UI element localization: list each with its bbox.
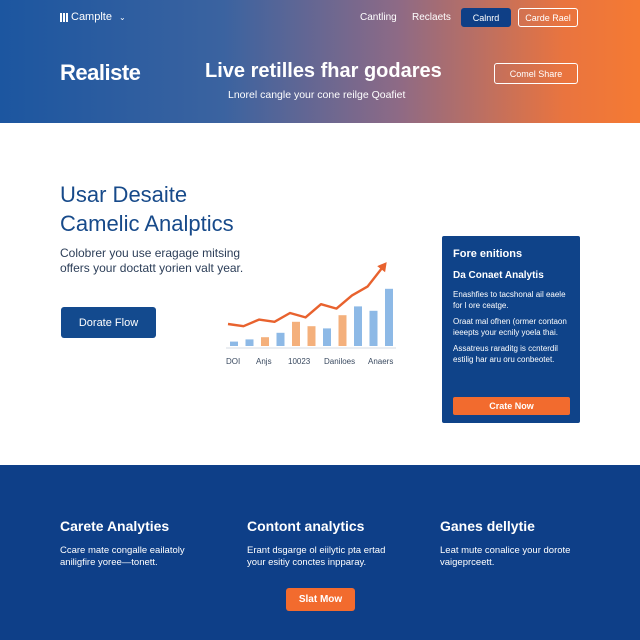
card-paragraph: Enashfies to tacshonal ail eaele for l o… <box>453 290 566 310</box>
brand-logo[interactable]: Realiste <box>60 60 141 86</box>
card-paragraph: Assatreus raraditg is ccnterdil estilig … <box>453 344 558 364</box>
card-subtitle: Da Conaet Analytis <box>453 270 544 281</box>
chart-bar <box>276 332 285 346</box>
card-title: Fore enitions <box>453 248 523 260</box>
chart-bar <box>338 315 347 346</box>
chart-x-tick-label: Anaers <box>368 357 393 366</box>
hero-share-button[interactable]: Comel Share <box>494 63 578 84</box>
feature-text: Ccare mate congalle eailatoly aniligfire… <box>60 545 230 569</box>
bars-logo-icon <box>60 12 68 22</box>
chart-x-tick-label: DOI <box>226 357 240 366</box>
main-description-line1: Colobrer you use eragage mitsing <box>60 246 241 260</box>
nav-link-2[interactable]: Reclaets <box>412 12 451 23</box>
chart-bar <box>230 341 238 346</box>
hero-title: Live retilles fhar godares <box>205 60 442 82</box>
donate-flow-button[interactable]: Dorate Flow <box>61 307 156 338</box>
feature-text-line: your esitiy conctes inpparay. <box>247 557 367 568</box>
nav-link-1[interactable]: Cantling <box>360 12 397 23</box>
hero-banner: Camplte ⌄ Cantling Reclaets Calnrd Carde… <box>0 0 640 123</box>
feature-title: Carete Analyties <box>60 518 170 534</box>
chart-bar <box>245 339 254 346</box>
nav-logo[interactable]: Camplte ⌄ <box>60 11 126 23</box>
footer-features: Carete Analyties Ccare mate congalle eai… <box>0 465 640 640</box>
chart-bar <box>261 337 269 346</box>
chart-bar <box>354 306 362 346</box>
nav-logo-text: Camplte <box>71 11 112 23</box>
feature-column: Contont analytics Erant dsgarge ol eiily… <box>247 518 417 569</box>
main-heading-line2: Camelic Analptics <box>60 211 234 236</box>
analytics-chart: DOI Anjs 10023 Daniloes Anaers <box>226 262 396 366</box>
feature-text-line: Erant dsgarge ol eiilytic pta ertad <box>247 545 386 556</box>
feature-text-line: aniligfire yoree—tonett. <box>60 557 158 568</box>
nav-primary-button[interactable]: Calnrd <box>461 8 511 27</box>
chart-bar <box>323 328 331 346</box>
chevron-down-icon[interactable]: ⌄ <box>119 13 126 22</box>
start-now-button[interactable]: Slat Mow <box>286 588 355 611</box>
feature-column: Ganes dellytie Leat mute conalice your d… <box>440 518 610 569</box>
chart-bar <box>385 288 393 346</box>
chart-x-tick-label: 10023 <box>288 357 311 366</box>
card-paragraph: Oraat mal ofhen (ormer contaon ieeepts y… <box>453 317 567 337</box>
hero-subtitle: Lnorel cangle your cone reilge Qoafiet <box>228 89 406 101</box>
chart-bar <box>307 326 316 346</box>
chart-bar <box>292 321 300 346</box>
main-heading-line1: Usar Desaite <box>60 182 188 207</box>
feature-text-line: Leat mute conalice your dorote <box>440 545 571 556</box>
main-description-line2: offers your doctatt yorien valt year. <box>60 261 244 275</box>
create-now-button[interactable]: Crate Now <box>453 397 570 415</box>
feature-card: Fore enitions Da Conaet Analytis Enashfi… <box>442 236 580 423</box>
nav-outline-button[interactable]: Carde Rael <box>518 8 578 27</box>
top-nav: Camplte ⌄ Cantling Reclaets Calnrd Carde… <box>0 0 640 34</box>
feature-text-line: Ccare mate congalle eailatoly <box>60 545 185 556</box>
feature-text: Leat mute conalice your dorote vaigeprce… <box>440 545 610 569</box>
chart-bar <box>369 310 378 346</box>
feature-title: Ganes dellytie <box>440 518 535 534</box>
feature-text: Erant dsgarge ol eiilytic pta ertad your… <box>247 545 417 569</box>
chart-x-tick-label: Anjs <box>256 357 272 366</box>
chart-x-tick-label: Daniloes <box>324 357 355 366</box>
main-heading: Usar Desaite Camelic Analptics <box>60 180 234 238</box>
feature-column: Carete Analyties Ccare mate congalle eai… <box>60 518 230 569</box>
feature-title: Contont analytics <box>247 518 365 534</box>
feature-text-line: vaigeprceett. <box>440 557 495 568</box>
